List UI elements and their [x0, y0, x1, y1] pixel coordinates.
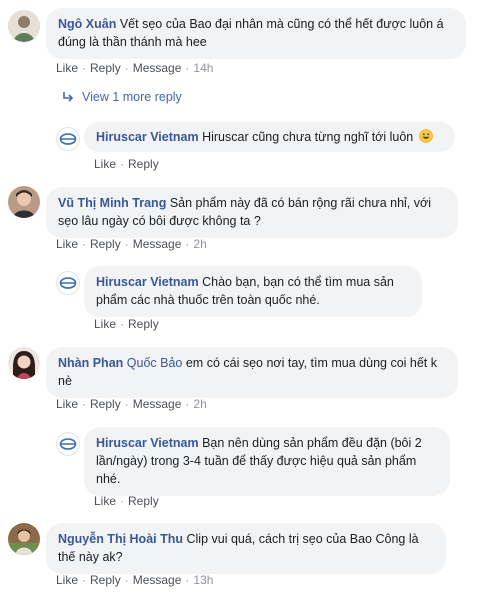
reply-button[interactable]: Reply: [128, 317, 159, 331]
like-button[interactable]: Like: [94, 494, 116, 508]
hiruscar-logo-icon: [56, 127, 80, 151]
comment-bubble: Ngô Xuân Vết sẹo của Bao đại nhân mà cũn…: [46, 8, 466, 59]
reply-bubble: Hiruscar Vietnam Hiruscar cũng chưa từng…: [84, 122, 455, 152]
like-button[interactable]: Like: [56, 397, 78, 411]
user-avatar-icon: [8, 523, 40, 555]
reply-actions: Like · Reply: [94, 317, 159, 331]
comment-actions: Like · Reply · Message · 2h: [56, 397, 207, 411]
reply-button[interactable]: Reply: [90, 237, 121, 251]
reply-button[interactable]: Reply: [90, 61, 121, 75]
reply-button[interactable]: Reply: [128, 157, 159, 171]
message-button[interactable]: Message: [133, 397, 182, 411]
reply-button[interactable]: Reply: [128, 494, 159, 508]
avatar[interactable]: [56, 127, 80, 151]
reply-bubble: Hiruscar Vietnam Chào bạn, bạn có thể tì…: [84, 266, 422, 317]
hiruscar-logo-icon: [56, 271, 80, 295]
timestamp[interactable]: 2h: [193, 237, 206, 251]
avatar[interactable]: [8, 347, 40, 379]
view-more-label[interactable]: View 1 more reply: [82, 90, 182, 104]
avatar[interactable]: [8, 10, 40, 42]
timestamp[interactable]: 14h: [193, 61, 213, 75]
like-button[interactable]: Like: [94, 317, 116, 331]
reply-author-name[interactable]: Hiruscar Vietnam: [96, 130, 199, 144]
avatar[interactable]: [8, 186, 40, 218]
commenter-name[interactable]: Nguyễn Thị Hoài Thu: [58, 532, 183, 546]
reply-button[interactable]: Reply: [90, 573, 121, 587]
view-more-replies[interactable]: View 1 more reply: [62, 90, 182, 104]
hiruscar-logo-icon: [56, 432, 80, 456]
avatar[interactable]: [56, 432, 80, 456]
reply-actions: Like · Reply: [94, 157, 159, 171]
avatar[interactable]: [56, 271, 80, 295]
comment-bubble: Nguyễn Thị Hoài Thu Clip vui quá, cách t…: [46, 523, 446, 574]
reply-actions: Like · Reply: [94, 494, 159, 508]
reply-bubble: Hiruscar Vietnam Bạn nên dùng sản phẩm đ…: [84, 427, 450, 496]
reply-author-name[interactable]: Hiruscar Vietnam: [96, 275, 199, 289]
commenter-name[interactable]: Ngô Xuân: [58, 17, 116, 31]
commenter-name-primary[interactable]: Nhàn Phan: [58, 356, 123, 370]
timestamp[interactable]: 2h: [193, 397, 206, 411]
message-button[interactable]: Message: [133, 61, 182, 75]
like-button[interactable]: Like: [56, 61, 78, 75]
user-avatar-icon: [8, 347, 40, 379]
like-button[interactable]: Like: [94, 157, 116, 171]
tagged-name[interactable]: Quốc Bảo: [127, 356, 183, 370]
comment-actions: Like · Reply · Message · 2h: [56, 237, 207, 251]
reply-text: Hiruscar cũng chưa từng nghĩ tới luôn: [202, 130, 414, 144]
comment-bubble: Nhàn Phan Quốc Bảo em có cái sẹo nơi tay…: [46, 347, 458, 398]
comment-text: Vết sẹo của Bao đại nhân mà cũng có thể …: [58, 17, 444, 49]
commenter-name[interactable]: Vũ Thị Minh Trang: [58, 196, 166, 210]
avatar[interactable]: [8, 523, 40, 555]
reply-author-name[interactable]: Hiruscar Vietnam: [96, 436, 199, 450]
user-avatar-icon: [8, 10, 40, 42]
like-button[interactable]: Like: [56, 573, 78, 587]
comment-actions: Like · Reply · Message · 14h: [56, 61, 214, 75]
reply-arrow-icon: [63, 92, 74, 102]
commenter-name[interactable]: Nhàn Phan Quốc Bảo: [58, 356, 182, 370]
timestamp[interactable]: 13h: [193, 573, 213, 587]
comment-bubble: Vũ Thị Minh Trang Sản phẩm này đã có bán…: [46, 187, 458, 238]
message-button[interactable]: Message: [133, 237, 182, 251]
grinning-face-emoji-icon: [418, 129, 433, 143]
user-avatar-icon: [8, 186, 40, 218]
message-button[interactable]: Message: [133, 573, 182, 587]
like-button[interactable]: Like: [56, 237, 78, 251]
comment-actions: Like · Reply · Message · 13h: [56, 573, 214, 587]
reply-button[interactable]: Reply: [90, 397, 121, 411]
